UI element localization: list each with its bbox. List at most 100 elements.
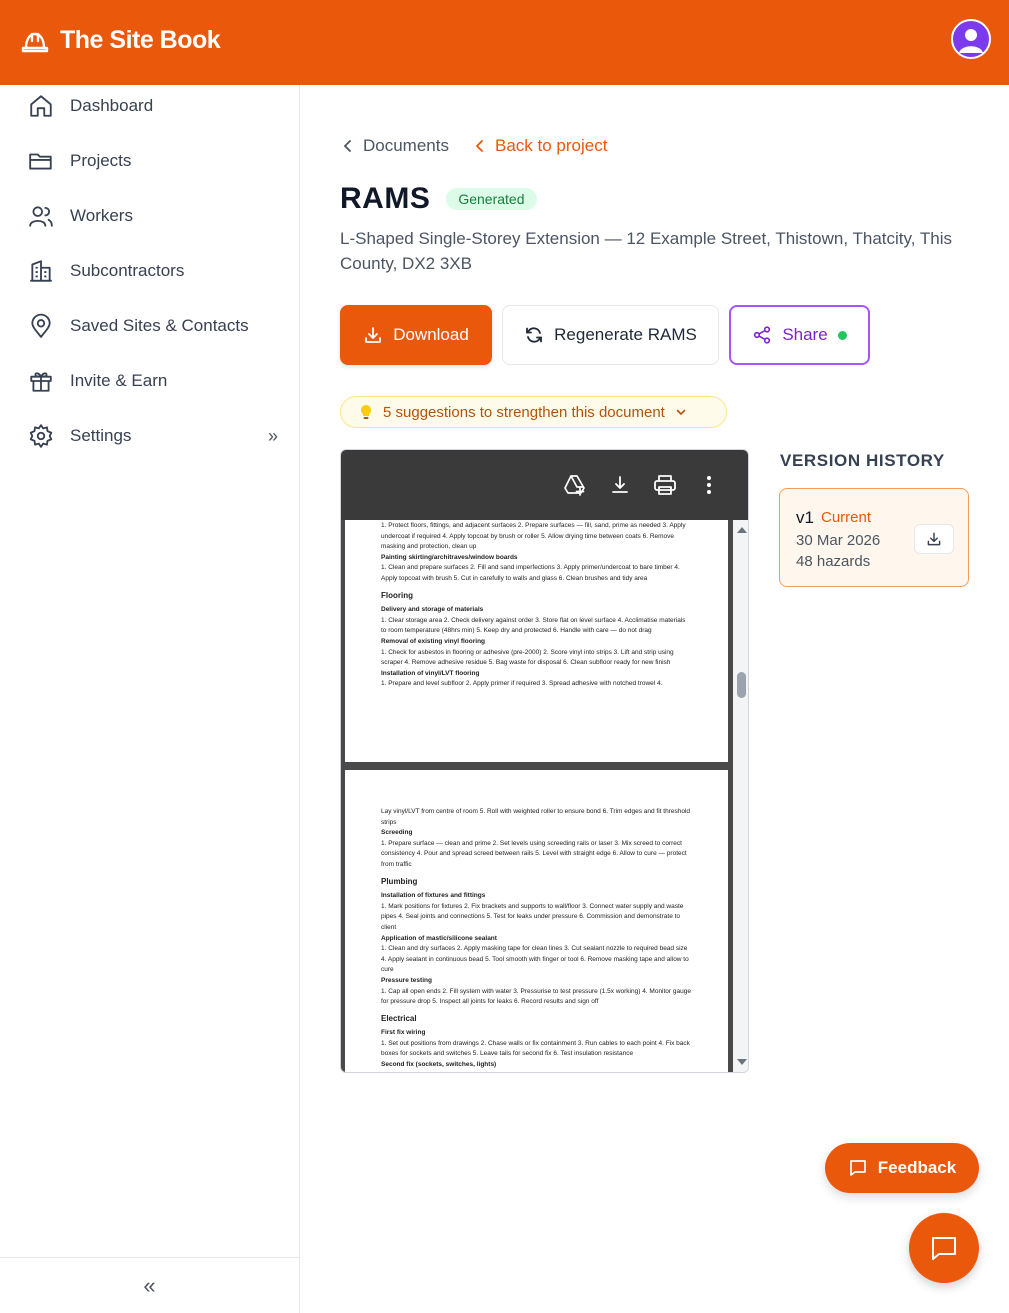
user-icon xyxy=(959,29,983,53)
pdf-heading: Electrical xyxy=(381,1013,417,1023)
drive-add-icon[interactable] xyxy=(563,474,587,496)
collapse-icon: « xyxy=(143,1272,156,1298)
folder-icon xyxy=(29,153,52,170)
scroll-up-icon[interactable] xyxy=(736,525,748,535)
sidebar-item-invite[interactable]: Invite & Earn xyxy=(28,361,278,401)
chat-icon xyxy=(932,1237,956,1260)
chevron-down-icon xyxy=(676,409,686,416)
message-icon xyxy=(849,1160,866,1176)
pdf-page-2: Lay vinyl/LVT from centre of room 5. Rol… xyxy=(345,770,728,1072)
breadcrumb-documents-link[interactable]: Documents xyxy=(341,136,449,156)
hard-hat-icon xyxy=(21,32,49,52)
feedback-label: Feedback xyxy=(877,1158,957,1177)
pdf-paragraph: 1. Prepare and level subfloor 2. Apply p… xyxy=(381,680,663,688)
pdf-subheading: First fix wiring xyxy=(381,1029,426,1037)
pdf-paragraph: 1. Check for asbestos in flooring or adh… xyxy=(381,648,674,667)
version-tag: Current xyxy=(821,509,872,526)
settings-expand-icon[interactable]: » xyxy=(268,426,278,447)
project-address: L-Shaped Single-Storey Extension — 12 Ex… xyxy=(340,229,952,273)
version-download-button[interactable] xyxy=(914,524,954,554)
sidebar-item-projects[interactable]: Projects xyxy=(28,141,278,181)
pdf-toolbar xyxy=(341,450,748,520)
version-date: 30 Mar 2026 xyxy=(796,532,881,549)
building-icon xyxy=(30,260,52,282)
print-icon[interactable] xyxy=(653,474,677,496)
download-label: Download xyxy=(393,325,469,344)
pdf-paragraph: 1. Mark positions for fixtures 2. Fix br… xyxy=(381,902,684,931)
sidebar-item-dashboard[interactable]: Dashboard xyxy=(28,86,278,126)
lightbulb-icon xyxy=(361,405,371,419)
version-number: v1 xyxy=(796,508,814,527)
chat-button[interactable] xyxy=(909,1213,979,1283)
refresh-icon xyxy=(526,327,543,343)
breadcrumb-documents-label: Documents xyxy=(363,136,449,155)
pdf-paragraph: 1. Prepare surface — clean and prime 2. … xyxy=(381,839,687,868)
sidebar-item-label: Saved Sites & Contacts xyxy=(70,316,249,335)
back-to-project-link[interactable]: Back to project xyxy=(473,136,607,156)
pdf-subheading: Painting skirting/architraves/window boa… xyxy=(381,553,518,561)
share-button[interactable]: Share xyxy=(729,305,870,365)
sidebar-item-saved-sites[interactable]: Saved Sites & Contacts xyxy=(28,306,278,346)
feedback-button[interactable]: Feedback xyxy=(825,1143,979,1193)
map-pin-icon xyxy=(31,313,51,339)
home-icon xyxy=(30,95,52,117)
pdf-subheading: Removal of existing vinyl flooring xyxy=(381,637,486,645)
brand-title: The Site Book xyxy=(60,26,221,54)
pdf-subheading: Pressure testing xyxy=(381,976,432,984)
sidebar-item-label: Workers xyxy=(70,206,133,225)
pdf-paragraph: 1. Clean and prepare surfaces 2. Fill an… xyxy=(381,564,680,582)
share-icon xyxy=(754,326,771,344)
version-card[interactable]: v1 Current 30 Mar 2026 48 hazards xyxy=(779,488,969,587)
gift-icon xyxy=(30,372,52,392)
chevron-left-icon xyxy=(343,140,351,152)
page-title: RAMS xyxy=(340,182,431,215)
pdf-pages: 1. Protect floors, fittings, and adjacen… xyxy=(341,520,733,1072)
pdf-heading: Flooring xyxy=(381,590,413,600)
pdf-paragraph: 1. Protect floors, fittings, and adjacen… xyxy=(381,522,686,551)
pdf-subheading: Screeding xyxy=(381,829,413,837)
pdf-paragraph: 1. Clean and dry surfaces 2. Apply maski… xyxy=(381,945,689,974)
version-hazards: 48 hazards xyxy=(796,553,871,570)
download-icon xyxy=(365,327,382,343)
chevron-left-icon xyxy=(475,140,483,152)
suggestions-label: 5 suggestions to strengthen this documen… xyxy=(383,403,665,421)
sidebar-item-label: Subcontractors xyxy=(70,261,185,280)
collapse-sidebar-button[interactable]: « xyxy=(0,1257,299,1313)
pdf-paragraph: Lay vinyl/LVT from centre of room 5. Rol… xyxy=(381,808,691,826)
sidebar-item-settings[interactable]: Settings » xyxy=(28,416,278,456)
status-badge: Generated xyxy=(446,188,537,210)
more-options-icon[interactable] xyxy=(704,474,714,496)
gear-icon xyxy=(29,424,53,448)
pdf-paragraph: 1. Cap all open ends 2. Fill system with… xyxy=(381,987,691,1006)
pdf-subheading: Delivery and storage of materials xyxy=(381,606,484,614)
title-row: RAMS Generated xyxy=(340,182,537,216)
download-button[interactable]: Download xyxy=(340,305,492,365)
pdf-heading: Plumbing xyxy=(381,876,418,886)
users-icon xyxy=(29,206,53,227)
scroll-thumb[interactable] xyxy=(737,672,746,698)
pdf-subheading: Second fix (sockets, switches, lights) xyxy=(381,1061,497,1069)
brand-logo[interactable]: The Site Book xyxy=(20,26,221,55)
pdf-scrollbar[interactable] xyxy=(733,520,748,1072)
sidebar-item-label: Projects xyxy=(70,151,132,170)
share-label: Share xyxy=(782,325,828,344)
breadcrumb: Documents Back to project xyxy=(341,136,607,156)
avatar[interactable] xyxy=(951,19,991,59)
sidebar-item-workers[interactable]: Workers xyxy=(28,196,278,236)
sidebar-item-label: Dashboard xyxy=(70,96,154,115)
share-status-dot xyxy=(837,330,847,340)
sidebar-item-subcontractors[interactable]: Subcontractors xyxy=(28,251,278,291)
top-bar: The Site Book xyxy=(0,0,1009,85)
regenerate-rams-button[interactable]: Regenerate RAMS xyxy=(502,305,719,365)
back-to-project-label: Back to project xyxy=(494,136,608,155)
sidebar-item-label: Invite & Earn xyxy=(70,371,168,390)
pdf-subheading: Application of mastic/silicone sealant xyxy=(381,934,497,942)
pdf-paragraph: 1. Clear storage area 2. Check delivery … xyxy=(381,616,686,635)
suggestions-toggle[interactable]: 5 suggestions to strengthen this documen… xyxy=(340,396,727,428)
version-history-title: VERSION HISTORY xyxy=(780,451,945,470)
pdf-download-icon[interactable] xyxy=(609,474,631,496)
pdf-page-1: 1. Protect floors, fittings, and adjacen… xyxy=(345,520,728,762)
pdf-viewer[interactable]: 1. Protect floors, fittings, and adjacen… xyxy=(340,449,749,1073)
scroll-down-icon[interactable] xyxy=(736,1057,748,1067)
pdf-subheading: Installation of fixtures and fittings xyxy=(381,892,486,900)
